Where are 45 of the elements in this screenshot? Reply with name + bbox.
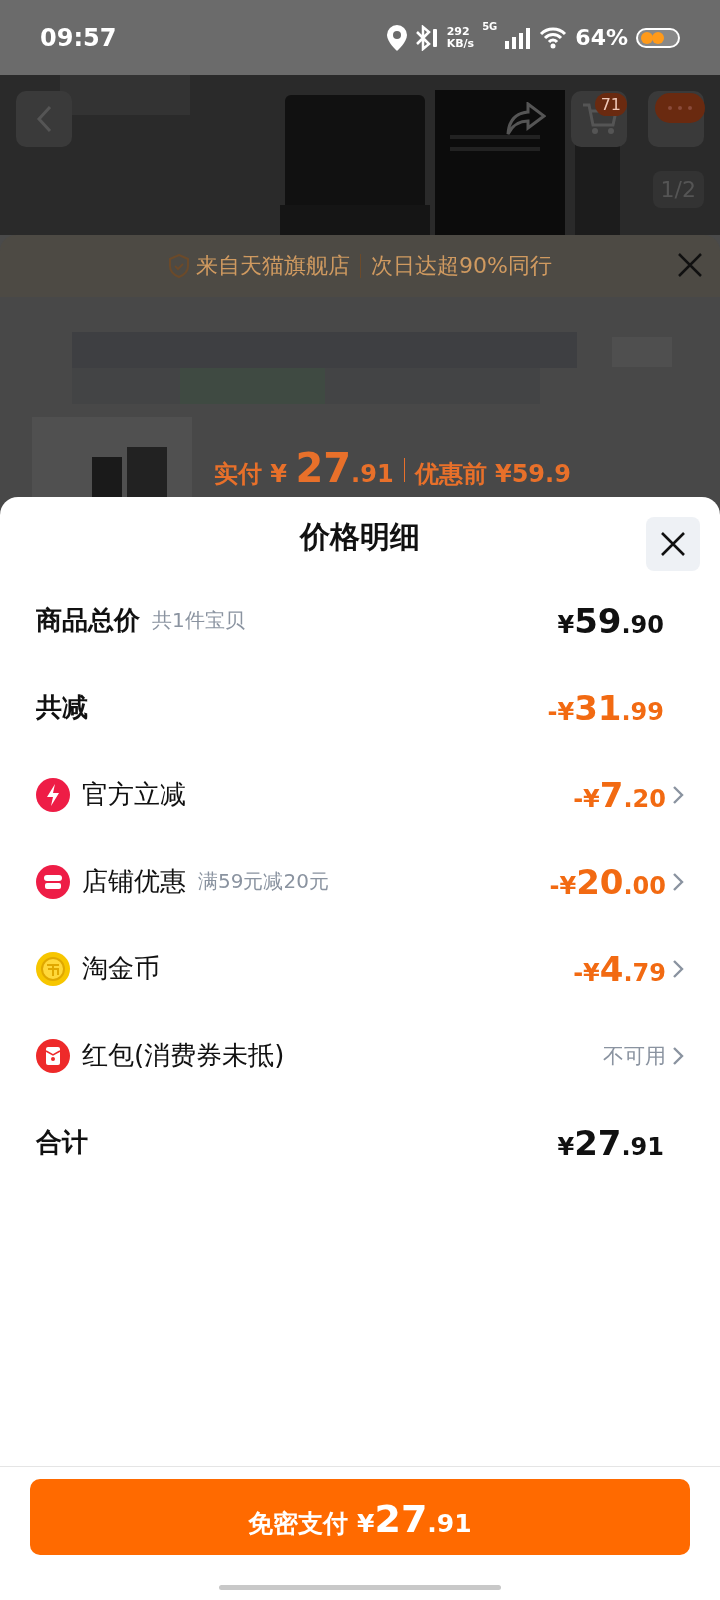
bluetooth-icon xyxy=(414,24,439,51)
original-price: 优惠前 ¥59.9 xyxy=(414,459,571,490)
discount-amount: -¥7.20 xyxy=(573,784,666,813)
price-row-label: 官方立减 xyxy=(82,778,186,811)
battery-icon xyxy=(636,27,680,48)
price-amount: ¥59.90 xyxy=(557,610,664,639)
envelope-icon xyxy=(36,1038,70,1073)
more-icon xyxy=(655,93,705,123)
network-speed: 292 KB/s xyxy=(446,25,475,50)
price-row-note: 共1件宝贝 xyxy=(152,607,245,634)
cart-count-badge: 71 xyxy=(594,93,627,116)
paid-price: 实付 ¥ 27.91 xyxy=(214,445,394,491)
lightning-icon xyxy=(36,777,70,812)
delivery-banner-text: 次日达超90%同行 xyxy=(371,252,552,280)
network-type: 5G xyxy=(482,20,498,32)
close-icon[interactable] xyxy=(676,251,704,279)
clock: 09:57 xyxy=(40,23,117,52)
price-row-label: 店铺优惠 xyxy=(82,865,186,898)
battery-percent: 64% xyxy=(575,25,628,50)
store-icon xyxy=(36,864,70,899)
price-row-label: 淘金币 xyxy=(82,952,160,985)
price-row-label: 合计 xyxy=(36,1126,88,1159)
price-row-label: 共减 xyxy=(36,691,88,724)
price-row-note: 满59元减20元 xyxy=(198,868,329,895)
close-icon xyxy=(660,531,686,557)
location-icon xyxy=(386,24,407,51)
signal-icon xyxy=(505,26,532,49)
close-button[interactable] xyxy=(646,517,700,571)
more-button[interactable] xyxy=(648,91,704,147)
discount-amount: -¥31.99 xyxy=(547,697,664,726)
discount-amount: -¥4.79 xyxy=(573,958,666,987)
store-banner-text: 来自天猫旗舰店 xyxy=(196,252,351,280)
coin-icon xyxy=(36,951,70,986)
wifi-icon xyxy=(539,26,568,49)
cart-button[interactable]: 71 xyxy=(571,91,627,147)
back-icon xyxy=(36,105,52,133)
price-amount: ¥27.91 xyxy=(557,1132,664,1161)
shield-icon xyxy=(168,254,191,278)
discount-amount: -¥20.00 xyxy=(549,871,666,900)
share-icon xyxy=(506,102,546,136)
price-row-label: 商品总价 xyxy=(36,604,140,637)
unavailable-status: 不可用 xyxy=(603,1042,666,1070)
price-row-label: 红包(消费券未抵) xyxy=(82,1039,285,1072)
sheet-title: 价格明细 xyxy=(300,517,420,556)
back-button[interactable] xyxy=(16,91,72,147)
